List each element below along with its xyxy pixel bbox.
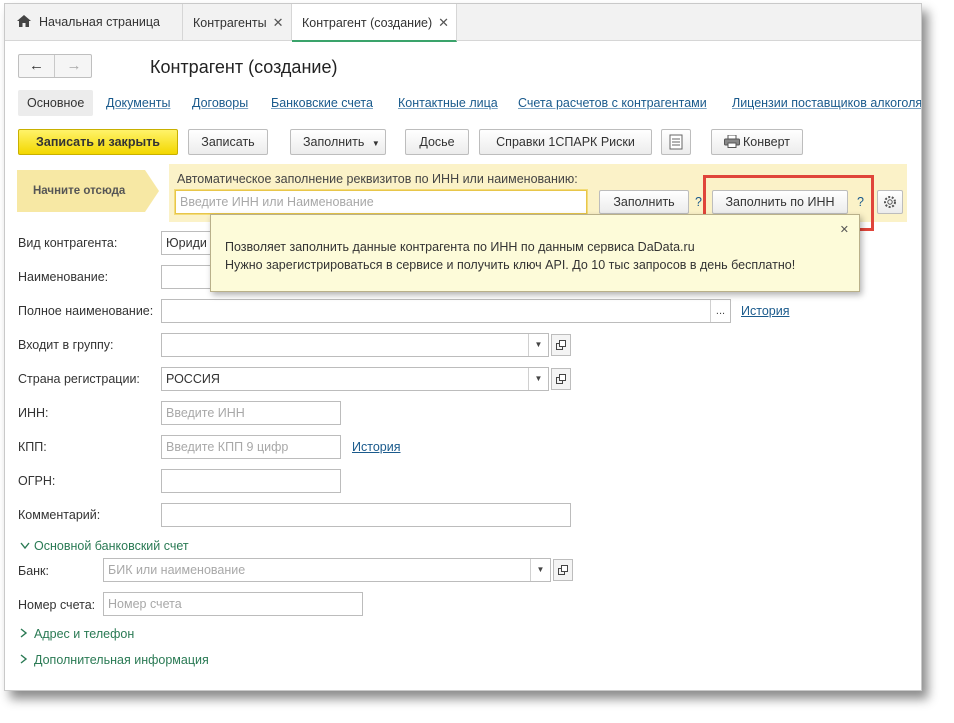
history-nav: ← → <box>18 54 92 78</box>
full-name-label: Полное наименование: <box>18 304 154 318</box>
close-icon[interactable]: ✕ <box>273 15 284 30</box>
open-form-icon <box>556 374 566 384</box>
chevron-down-icon[interactable]: ▼ <box>528 334 548 356</box>
chevron-right-icon <box>20 627 34 641</box>
envelope-label: Конверт <box>743 135 790 149</box>
full-name-history-link[interactable]: История <box>741 304 789 318</box>
autofill-settings-button[interactable] <box>877 190 903 214</box>
tab-home[interactable]: Начальная страница <box>5 4 183 41</box>
chevron-down-icon[interactable]: ▼ <box>528 368 548 390</box>
save-and-close-button[interactable]: Записать и закрыть <box>18 129 178 155</box>
ogrn-label: ОГРН: <box>18 474 56 488</box>
bank-account-group-toggle[interactable]: Основной банковский счет <box>20 539 189 553</box>
spark-reports-button[interactable]: Справки 1СПАРК Риски <box>479 129 652 155</box>
close-icon[interactable]: ✕ <box>438 15 449 30</box>
report-list-button[interactable] <box>661 129 691 155</box>
forward-button[interactable]: → <box>56 55 92 77</box>
account-input[interactable]: Номер счета <box>103 592 363 616</box>
section-alcohol-licenses[interactable]: Лицензии поставщиков алкоголя <box>732 90 921 116</box>
section-bank-accounts[interactable]: Банковские счета <box>271 90 373 116</box>
name-input[interactable] <box>161 265 211 289</box>
gear-icon <box>884 196 896 208</box>
tab-counterparties-label: Контрагенты <box>193 16 267 30</box>
name-label: Наименование: <box>18 270 109 284</box>
open-form-icon <box>556 340 566 350</box>
open-group-button[interactable] <box>551 334 571 356</box>
full-name-more-button[interactable]: ... <box>710 300 730 322</box>
open-bank-button[interactable] <box>553 559 573 581</box>
kpp-label: КПП: <box>18 440 47 454</box>
autofill-help-link[interactable]: ? <box>695 195 702 209</box>
comment-label: Комментарий: <box>18 508 101 522</box>
address-phone-title: Адрес и телефон <box>34 627 135 641</box>
group-select[interactable]: ▼ <box>161 333 549 357</box>
tooltip-line-1: Позволяет заполнить данные контрагента п… <box>225 240 695 254</box>
section-contacts[interactable]: Контактные лица <box>398 90 498 116</box>
group-label: Входит в группу: <box>18 338 114 352</box>
tab-bar: Начальная страница Контрагенты ✕ Контраге… <box>5 4 921 42</box>
kpp-history-link[interactable]: История <box>352 440 400 454</box>
page-title: Контрагент (создание) <box>150 57 338 77</box>
chevron-down-icon <box>20 539 34 553</box>
printer-icon <box>724 134 740 148</box>
kind-label: Вид контрагента: <box>18 236 118 250</box>
country-label: Страна регистрации: <box>18 372 140 386</box>
search-placeholder: Введите ИНН или Наименование <box>180 195 374 209</box>
autofill-label: Автоматическое заполнение реквизитов по … <box>177 172 578 186</box>
ogrn-input[interactable] <box>161 469 341 493</box>
account-label: Номер счета: <box>18 598 96 612</box>
home-icon <box>17 15 31 27</box>
section-main[interactable]: Основное <box>18 90 94 116</box>
country-value: РОССИЯ <box>166 372 220 386</box>
save-button[interactable]: Записать <box>188 129 268 155</box>
tab-counterparty-create[interactable]: Контрагент (создание) ✕ <box>292 4 457 42</box>
section-settlement-accounts[interactable]: Счета расчетов с контрагентами <box>518 90 707 116</box>
bank-placeholder: БИК или наименование <box>108 563 246 577</box>
start-here-label: Начните отсюда <box>33 185 126 197</box>
inn-input[interactable]: Введите ИНН <box>161 401 341 425</box>
envelope-button[interactable]: Конверт <box>711 129 803 155</box>
inn-label: ИНН: <box>18 406 49 420</box>
app-window: Начальная страница Контрагенты ✕ Контраге… <box>4 3 922 691</box>
open-country-button[interactable] <box>551 368 571 390</box>
fill-dropdown-label: Заполнить <box>303 135 365 149</box>
close-icon[interactable]: ✕ <box>840 223 849 236</box>
additional-info-group-toggle[interactable]: Дополнительная информация <box>20 653 209 667</box>
fill-dropdown-button[interactable]: Заполнить ▼ <box>290 129 386 155</box>
fill-by-inn-tooltip: ✕ Позволяет заполнить данные контрагента… <box>210 214 860 292</box>
tab-create-label: Контрагент (создание) <box>302 16 433 30</box>
bank-label: Банк: <box>18 564 49 578</box>
tab-home-label: Начальная страница <box>39 15 160 29</box>
address-phone-group-toggle[interactable]: Адрес и телефон <box>20 627 134 641</box>
account-placeholder: Номер счета <box>108 597 182 611</box>
bank-group-title: Основной банковский счет <box>34 539 189 553</box>
chevron-down-icon[interactable]: ▼ <box>530 559 550 581</box>
section-contracts[interactable]: Договоры <box>192 90 248 116</box>
tooltip-line-2: Нужно зарегистрироваться в сервисе и пол… <box>225 258 796 272</box>
kpp-placeholder: Введите КПП 9 цифр <box>166 440 289 454</box>
autofill-fill-button[interactable]: Заполнить <box>599 190 689 214</box>
back-button[interactable]: ← <box>19 55 55 77</box>
tab-counterparties[interactable]: Контрагенты ✕ <box>183 4 292 41</box>
comment-input[interactable] <box>161 503 571 527</box>
section-documents[interactable]: Документы <box>106 90 170 116</box>
inn-placeholder: Введите ИНН <box>166 406 245 420</box>
additional-info-title: Дополнительная информация <box>34 653 209 667</box>
dropdown-arrow-icon: ▼ <box>371 139 380 148</box>
kpp-input[interactable]: Введите КПП 9 цифр <box>161 435 341 459</box>
country-select[interactable]: РОССИЯ ▼ <box>161 367 549 391</box>
open-form-icon <box>558 565 568 575</box>
dossier-button[interactable]: Досье <box>405 129 469 155</box>
kind-select[interactable]: Юриди <box>161 231 211 255</box>
list-icon <box>669 134 683 150</box>
full-name-input[interactable]: ... <box>161 299 731 323</box>
chevron-right-icon <box>20 653 34 667</box>
inn-or-name-search-input[interactable]: Введите ИНН или Наименование <box>175 190 587 214</box>
bank-select[interactable]: БИК или наименование ▼ <box>103 558 551 582</box>
